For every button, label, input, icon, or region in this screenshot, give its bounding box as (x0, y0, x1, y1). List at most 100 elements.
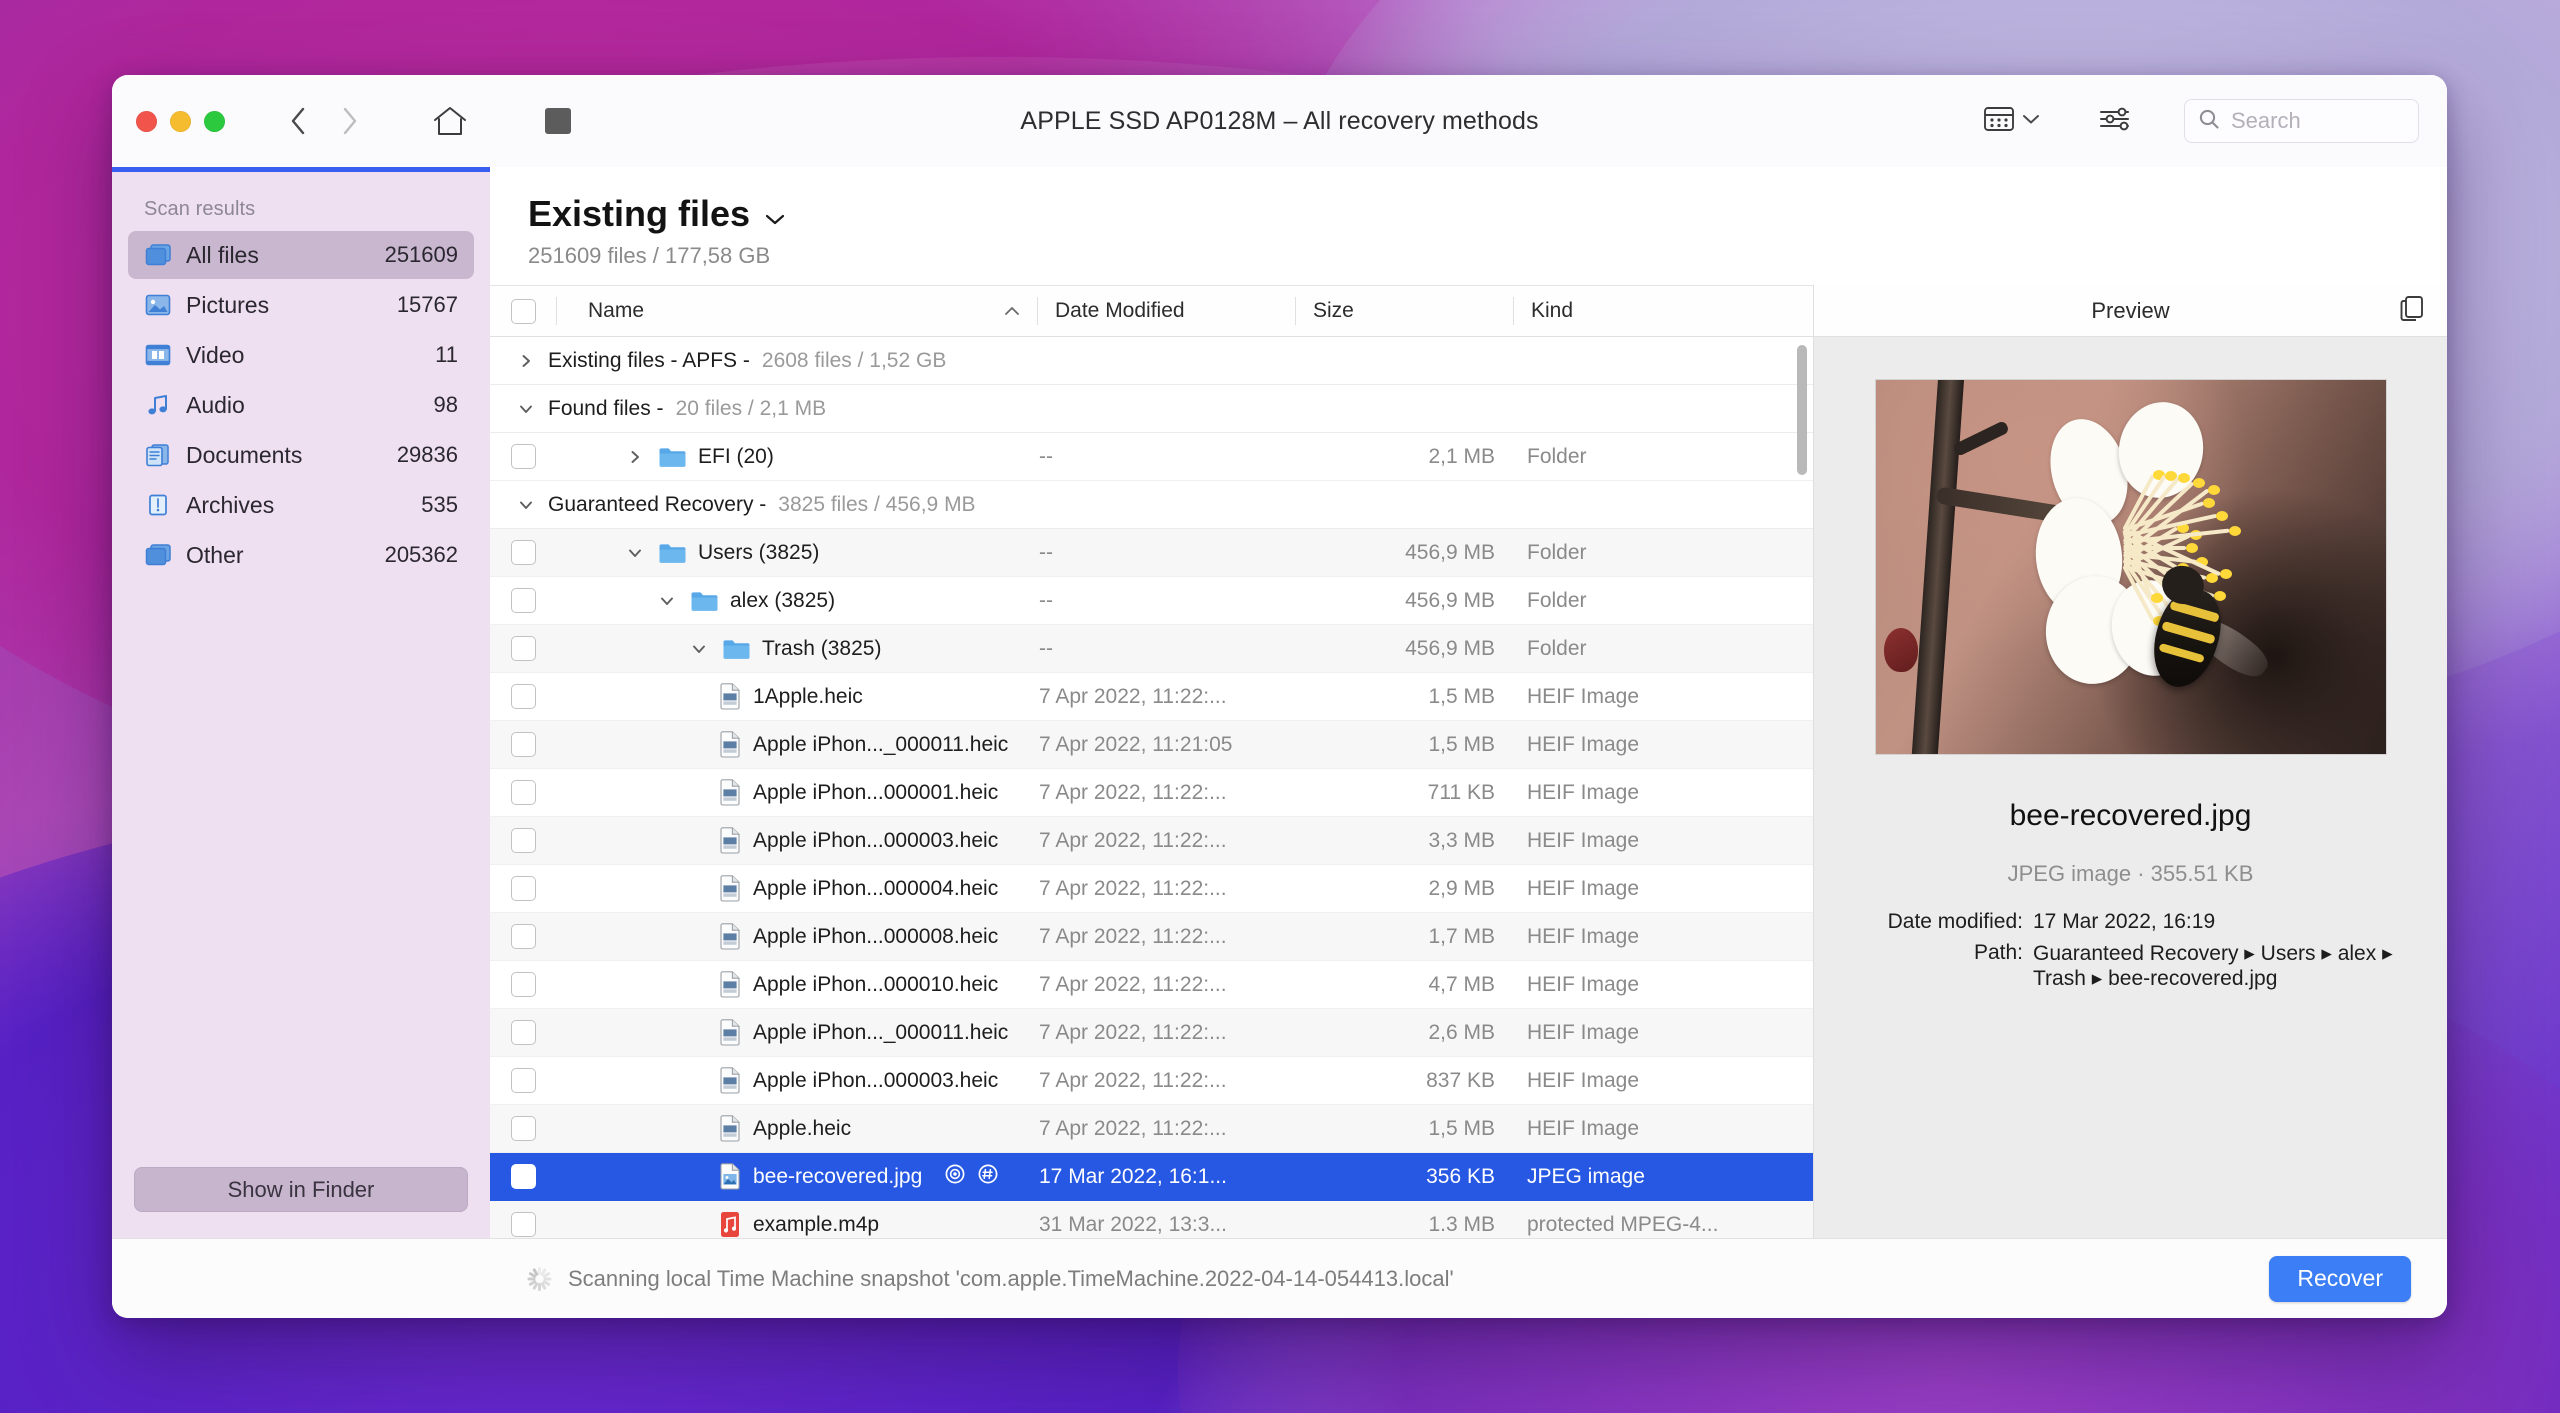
disclosure-triangle-icon[interactable] (655, 593, 679, 609)
sidebar-item-all-files[interactable]: All files251609 (128, 231, 474, 279)
table-row[interactable]: Apple iPhon..._000011.heic7 Apr 2022, 11… (490, 721, 1813, 769)
close-button[interactable] (136, 111, 157, 132)
table-row[interactable]: Apple.heic7 Apr 2022, 11:22:...1,5 MBHEI… (490, 1105, 1813, 1153)
sidebar-item-video[interactable]: Video11 (128, 331, 474, 379)
zoom-button[interactable] (204, 111, 225, 132)
row-checkbox-cell[interactable] (490, 1068, 556, 1093)
row-checkbox[interactable] (511, 588, 536, 613)
row-checkbox-cell[interactable] (490, 876, 556, 901)
column-header-size[interactable]: Size (1295, 286, 1513, 336)
page-title-row[interactable]: Existing files (528, 193, 2447, 235)
table-group-row[interactable]: Existing files - APFS -2608 files / 1,52… (490, 337, 1813, 385)
column-header-kind[interactable]: Kind (1513, 286, 1813, 336)
row-checkbox-cell[interactable] (490, 1020, 556, 1045)
row-checkbox[interactable] (511, 1116, 536, 1141)
row-checkbox[interactable] (511, 828, 536, 853)
table-row[interactable]: Apple iPhon..._000011.heic7 Apr 2022, 11… (490, 1009, 1813, 1057)
disclosure-triangle-icon[interactable] (516, 497, 536, 513)
row-checkbox[interactable] (511, 1164, 536, 1189)
select-all-header[interactable] (490, 286, 556, 336)
table-row[interactable]: Apple iPhon...000003.heic7 Apr 2022, 11:… (490, 1057, 1813, 1105)
forward-button[interactable] (329, 100, 371, 142)
table-group-row[interactable]: Found files -20 files / 2,1 MB (490, 385, 1813, 433)
minimize-button[interactable] (170, 111, 191, 132)
recover-button[interactable]: Recover (2269, 1256, 2411, 1302)
column-header-name[interactable]: Name (556, 286, 1037, 336)
table-row[interactable]: Apple iPhon...000010.heic7 Apr 2022, 11:… (490, 961, 1813, 1009)
table-row[interactable]: EFI (20)--2,1 MBFolder (490, 433, 1813, 481)
row-checkbox-cell[interactable] (490, 684, 556, 709)
sidebar-item-pictures[interactable]: Pictures15767 (128, 281, 474, 329)
heic-file-icon (719, 1019, 742, 1047)
sidebar-item-documents[interactable]: Documents29836 (128, 431, 474, 479)
copy-icon[interactable] (2399, 294, 2425, 328)
row-checkbox-cell[interactable] (490, 588, 556, 613)
table-group-row[interactable]: Guaranteed Recovery -3825 files / 456,9 … (490, 481, 1813, 529)
row-checkbox[interactable] (511, 1068, 536, 1093)
table-row[interactable]: Apple iPhon...000008.heic7 Apr 2022, 11:… (490, 913, 1813, 961)
stamen-tip-shape (2178, 473, 2190, 483)
select-all-checkbox[interactable] (511, 299, 536, 324)
table-row[interactable]: bee-recovered.jpg17 Mar 2022, 16:1...356… (490, 1153, 1813, 1201)
preview-file-name: bee-recovered.jpg (2010, 799, 2252, 833)
row-checkbox-cell[interactable] (490, 540, 556, 565)
row-checkbox[interactable] (511, 780, 536, 805)
row-checkbox-cell[interactable] (490, 1164, 556, 1189)
row-checkbox[interactable] (511, 444, 536, 469)
row-checkbox[interactable] (511, 1020, 536, 1045)
disclosure-triangle-icon[interactable] (623, 449, 647, 465)
row-checkbox[interactable] (511, 876, 536, 901)
row-checkbox-cell[interactable] (490, 780, 556, 805)
table-row[interactable]: Apple iPhon...000003.heic7 Apr 2022, 11:… (490, 817, 1813, 865)
show-in-finder-button[interactable]: Show in Finder (134, 1167, 468, 1212)
table-row[interactable]: Apple iPhon...000001.heic7 Apr 2022, 11:… (490, 769, 1813, 817)
chevron-down-icon[interactable] (764, 193, 786, 235)
row-checkbox-cell[interactable] (490, 972, 556, 997)
sidebar-item-archives[interactable]: Archives535 (128, 481, 474, 529)
table-row[interactable]: example.m4p31 Mar 2022, 13:3...1.3 MBpro… (490, 1201, 1813, 1238)
row-checkbox-cell[interactable] (490, 636, 556, 661)
preview-metadata: Date modified: 17 Mar 2022, 16:19 Path: … (1848, 903, 2413, 991)
row-checkbox-cell[interactable] (490, 828, 556, 853)
eye-icon[interactable] (943, 1163, 967, 1191)
cell-date: 7 Apr 2022, 11:22:... (1037, 973, 1295, 997)
disclosure-triangle-icon[interactable] (516, 401, 536, 417)
row-checkbox-cell[interactable] (490, 444, 556, 469)
table-scrollbar[interactable] (1797, 345, 1807, 475)
filter-settings-button[interactable] (2088, 98, 2146, 145)
row-checkbox[interactable] (511, 1212, 536, 1237)
row-checkbox[interactable] (511, 636, 536, 661)
table-row[interactable]: Users (3825)--456,9 MBFolder (490, 529, 1813, 577)
row-checkbox[interactable] (511, 972, 536, 997)
row-checkbox-cell[interactable] (490, 732, 556, 757)
row-checkbox-cell[interactable] (490, 924, 556, 949)
row-checkbox[interactable] (511, 684, 536, 709)
file-name: Apple iPhon...000008.heic (753, 925, 998, 949)
search-field[interactable]: Search (2184, 99, 2419, 143)
column-header-date[interactable]: Date Modified (1037, 286, 1295, 336)
table-row[interactable]: Apple iPhon...000004.heic7 Apr 2022, 11:… (490, 865, 1813, 913)
row-checkbox-cell[interactable] (490, 1212, 556, 1237)
back-button[interactable] (277, 100, 319, 142)
sidebar-item-count: 98 (434, 392, 458, 418)
cell-date: 7 Apr 2022, 11:21:05 (1037, 733, 1295, 757)
sidebar-item-other[interactable]: Other205362 (128, 531, 474, 579)
disclosure-triangle-icon[interactable] (687, 641, 711, 657)
cell-name: alex (3825) (556, 589, 1037, 613)
row-checkbox-cell[interactable] (490, 1116, 556, 1141)
table-row[interactable]: 1Apple.heic7 Apr 2022, 11:22:...1,5 MBHE… (490, 673, 1813, 721)
sidebar-item-audio[interactable]: Audio98 (128, 381, 474, 429)
disclosure-triangle-icon[interactable] (516, 353, 536, 369)
view-mode-button[interactable] (1975, 99, 2048, 144)
table-row[interactable]: alex (3825)--456,9 MBFolder (490, 577, 1813, 625)
hash-icon[interactable] (976, 1163, 1000, 1191)
row-checkbox[interactable] (511, 924, 536, 949)
cell-kind: HEIF Image (1513, 1117, 1813, 1141)
stop-scan-button[interactable] (531, 98, 585, 144)
table-row[interactable]: Trash (3825)--456,9 MBFolder (490, 625, 1813, 673)
disclosure-triangle-icon[interactable] (623, 545, 647, 561)
home-button[interactable] (423, 98, 477, 144)
row-checkbox[interactable] (511, 732, 536, 757)
preview-path-row: Path: Guaranteed Recovery ▸ Users ▸ alex… (1848, 941, 2413, 991)
row-checkbox[interactable] (511, 540, 536, 565)
